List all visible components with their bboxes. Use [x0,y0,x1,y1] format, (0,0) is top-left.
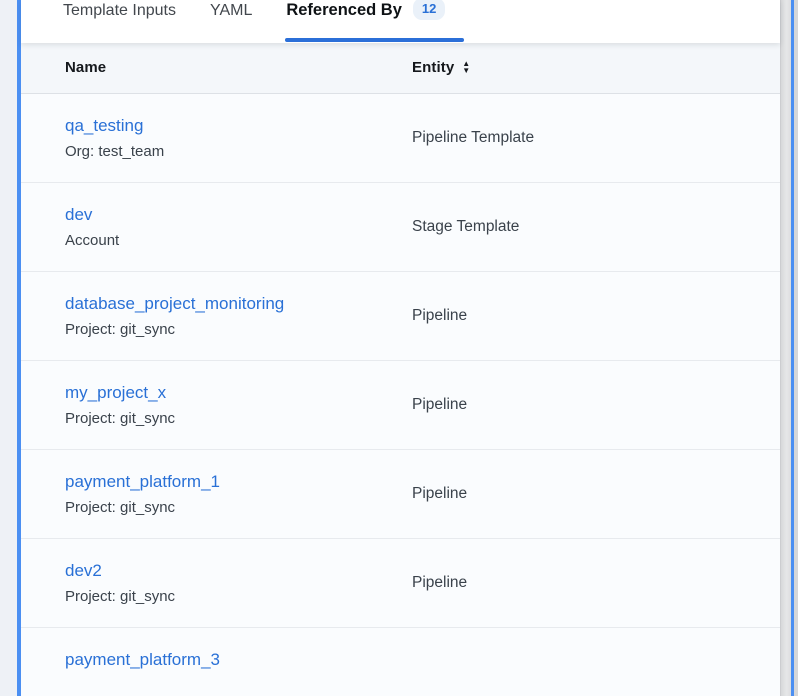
table-row: payment_platform_3 [21,628,780,696]
column-header-entity[interactable]: Entity ▲ ▼ [412,59,470,76]
column-header-entity-label: Entity [412,59,454,76]
table-row: database_project_monitoring Project: git… [21,272,780,361]
reference-name-link[interactable]: database_project_monitoring [65,294,284,314]
active-tab-underline [285,38,464,42]
sort-icon[interactable]: ▲ ▼ [462,60,470,74]
vertical-scrollbar[interactable] [780,0,791,696]
table-row: payment_platform_1 Project: git_sync Pip… [21,450,780,539]
table-row: my_project_x Project: git_sync Pipeline [21,361,780,450]
reference-name-link[interactable]: qa_testing [65,116,143,136]
reference-scope-label: Project: git_sync [65,588,412,605]
table-row: dev2 Project: git_sync Pipeline [21,539,780,628]
reference-scope-label: Project: git_sync [65,499,412,516]
referenced-by-table: Name Entity ▲ ▼ [21,43,780,696]
sort-desc-arrow: ▼ [462,67,470,74]
reference-scope-label: Org: test_team [65,143,412,160]
reference-scope-label: Project: git_sync [65,321,412,338]
reference-entity-type: Pipeline Template [412,129,534,146]
tab-bar: Template Inputs YAML Referenced By 12 [21,0,780,43]
template-details-drawer: Template Inputs YAML Referenced By 12 Na… [17,0,794,696]
table-row: dev Account Stage Template [21,183,780,272]
tab-template-inputs[interactable]: Template Inputs [63,0,176,21]
referenced-by-panel: Template Inputs YAML Referenced By 12 Na… [0,0,798,696]
table-header-row: Name Entity ▲ ▼ [21,43,780,94]
reference-name-link[interactable]: dev2 [65,561,102,581]
tab-referenced-by[interactable]: Referenced By 12 [286,0,464,43]
reference-entity-type: Pipeline [412,307,467,324]
reference-name-link[interactable]: payment_platform_3 [65,650,220,670]
reference-name-link[interactable]: my_project_x [65,383,166,403]
tab-referenced-by-label: Referenced By [286,0,402,21]
column-header-name: Name [65,59,106,76]
reference-entity-type: Pipeline [412,485,467,502]
table-row: qa_testing Org: test_team Pipeline Templ… [21,94,780,183]
page-background-left [0,0,17,696]
reference-scope-label: Project: git_sync [65,410,412,427]
page-background-right [794,0,798,696]
tab-yaml[interactable]: YAML [210,0,252,21]
reference-name-link[interactable]: dev [65,205,92,225]
reference-entity-type: Stage Template [412,218,519,235]
referenced-by-count-badge: 12 [413,0,445,20]
drawer-content: Template Inputs YAML Referenced By 12 Na… [21,0,780,696]
reference-entity-type: Pipeline [412,574,467,591]
reference-name-link[interactable]: payment_platform_1 [65,472,220,492]
reference-scope-label: Account [65,232,412,249]
reference-entity-type: Pipeline [412,396,467,413]
